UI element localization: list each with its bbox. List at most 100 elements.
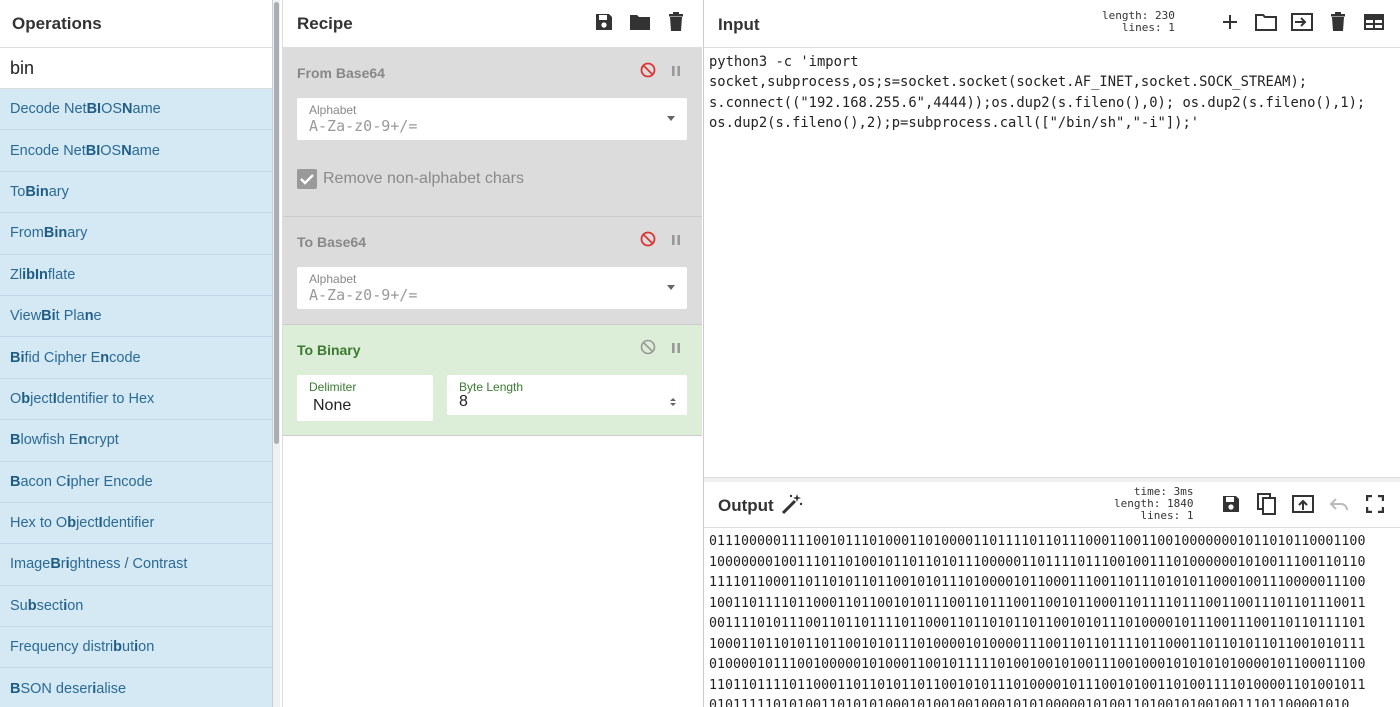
operation-item-text: Hex to O [10,515,68,532]
operation-item[interactable]: Bacon Ci pher Encode [0,461,272,503]
operation-item[interactable]: Image Br i ghtness / Contrast [0,544,272,586]
operations-scrollbar[interactable] [272,0,280,707]
operation-item-text: OS [100,142,122,159]
operation-item-text: BI [85,142,101,159]
plus-icon[interactable] [1218,10,1242,34]
stepper-icon[interactable] [669,395,677,413]
folder-icon[interactable] [628,10,652,34]
operation-item[interactable]: Ob ject Identifier to Hex [0,378,272,421]
operation-item-text: e [93,308,102,325]
operation-item-text: In [34,266,48,283]
output-header: Output time: 3ms length: 1840 lines: 1 [704,482,1400,528]
input-textarea[interactable]: python3 -c 'import socket,subprocess,os;… [709,52,1397,133]
operation-item-text: SON deser [20,680,93,697]
operation-item-text: ary [67,225,88,242]
operation-item-text: O [10,390,22,407]
operations-search-input[interactable]: bin [0,48,272,89]
folder-icon[interactable] [1254,10,1278,34]
save-icon[interactable] [592,10,616,34]
pause-icon[interactable] [670,341,682,359]
input-lines-value: 1 [1168,21,1175,34]
magic-wand-icon[interactable] [780,492,804,521]
alphabet-select[interactable]: Alphabet A-Za-z0-9+/= [297,98,687,140]
input-lines-label: lines: [1121,21,1162,34]
operation-item-text: b [27,597,37,614]
operation-item-text: code [109,349,141,366]
input-header: Input length: 230 lines: 1 [704,0,1400,48]
operation-item-text: acon C [20,473,67,490]
operation-item[interactable]: Blowfish En crypt [0,420,272,462]
byte-length-input[interactable]: Byte Length 8 [447,375,687,415]
operation-item-text: From [10,225,44,242]
disable-icon[interactable] [640,62,656,83]
input-stats: length: 230 lines: 1 [1102,10,1175,34]
operation-item-text: b [67,515,77,532]
operation-item-text: lowfish E [20,432,79,449]
trash-icon[interactable] [664,10,688,34]
operation-item-text: on [138,639,155,656]
recipe-op-to-base64[interactable]: To Base64 Alphabet A-Za-z0-9+/= [283,217,702,325]
operation-item-text: alise [96,680,127,697]
operation-item-text: ghtness / Contrast [69,556,188,573]
operation-item-text: dentifier to Hex [56,390,155,407]
layout-icon[interactable] [1362,10,1386,34]
output-stats: time: 3ms length: 1840 lines: 1 [1114,486,1193,522]
operation-item-text: B [10,473,21,490]
delimiter-select[interactable]: Delimiter None [297,375,433,421]
save-icon[interactable] [1219,492,1243,516]
pause-icon[interactable] [670,64,682,82]
recipe-op-to-binary[interactable]: To Binary Delimiter None Byte Length 8 [283,325,702,436]
operation-item-text: B [10,680,21,697]
operation-item-text: Su [10,597,28,614]
output-textarea[interactable]: 0111000001111001011101000110100001101111… [709,532,1399,707]
operation-item-text: ut [122,639,135,656]
operation-item-text: fid Cipher E [24,349,101,366]
copy-icon[interactable] [1255,492,1279,516]
operation-item-text: ame [131,142,160,159]
remove-non-alphabet-checkbox[interactable] [297,169,317,189]
undo-icon[interactable] [1327,492,1351,516]
operation-item-text: n [100,349,110,366]
operation-item-text: ject [30,390,53,407]
operation-item-text: Encode Net [10,142,86,159]
op-title: From Base64 [297,65,385,81]
operation-item[interactable]: From Bin ary [0,213,272,255]
operation-item[interactable]: B SON deser i alise [0,668,272,707]
recipe-title: Recipe [297,13,353,33]
operation-item-text: Bin [25,183,49,200]
trash-icon[interactable] [1326,10,1350,34]
input-file-icon[interactable] [1290,10,1314,34]
operation-item[interactable]: Frequency distri b ut i on [0,627,272,669]
operation-item-text: pher Encode [70,473,153,490]
pause-icon[interactable] [670,233,682,251]
operation-item[interactable]: View Bi t Pla n e [0,295,272,338]
maximise-icon[interactable] [1363,492,1387,516]
operation-item[interactable]: Bi fid Cipher En code [0,337,272,379]
operation-item[interactable]: Hex to Ob ject Identifier [0,502,272,545]
scrollbar-thumb[interactable] [274,2,279,444]
operation-item-text: Bi [41,308,56,325]
alphabet-select[interactable]: Alphabet A-Za-z0-9+/= [297,267,687,309]
chevron-down-icon [667,285,675,290]
output-lines-value: 1 [1186,509,1194,522]
operation-item[interactable]: Encode Net BI OS Name [0,130,272,172]
operation-item-text: flate [47,266,76,283]
byte-length-value: 8 [459,393,468,410]
operation-item[interactable]: Su b sect i on [0,585,272,628]
operation-item[interactable]: Decode Net BI OS Name [0,89,272,131]
operation-item-text: Image [10,556,51,573]
disable-icon[interactable] [640,231,656,252]
input-title: Input [718,15,760,34]
delimiter-label: Delimiter [309,380,357,394]
operation-item[interactable]: To Bin ary [0,171,272,214]
operations-list: Decode Net BI OS Name Encode Net BI OS Name To… [0,89,272,707]
op-title: To Binary [297,342,361,358]
operation-item-text: N [121,142,132,159]
operation-item-text: crypt [87,432,119,449]
alphabet-label: Alphabet [309,272,357,286]
recipe-op-from-base64[interactable]: From Base64 Alphabet A-Za-z0-9+/= Remove… [283,48,702,217]
disable-icon[interactable] [640,339,656,360]
operation-item[interactable]: Zl ib In flate [0,254,272,296]
replace-input-icon[interactable] [1291,492,1315,516]
operation-item-text: n [84,308,94,325]
